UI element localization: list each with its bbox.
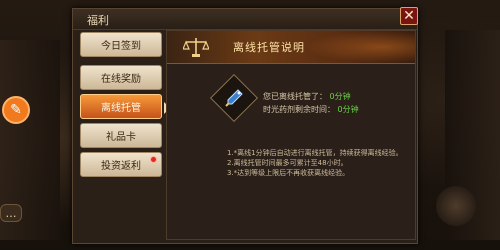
notification-dot: [150, 156, 157, 163]
tab-label: 今日签到: [101, 41, 141, 52]
tab-investment-rebate[interactable]: 投资返利: [80, 152, 162, 177]
tab-online-reward[interactable]: 在线奖励: [80, 65, 162, 90]
quest-icon[interactable]: ✎: [2, 96, 30, 124]
potion-time-label: 时光药剂剩余时间：: [263, 105, 335, 114]
rules-notes: 1.*离线1分钟后自动进行离线托管，持续获得离线经验。 2.离线托管时间最多可累…: [227, 148, 412, 178]
content-banner: 离线托管说明: [167, 31, 415, 64]
panel-title: 福利: [87, 14, 109, 27]
scale-icon: [181, 35, 211, 59]
potion-icon[interactable]: [222, 86, 246, 110]
note-line: 3.*达到等级上限后不再收获离线经验。: [227, 169, 350, 177]
offline-time-line: 您已离线托管了： 0分钟: [263, 91, 351, 102]
banner-title: 离线托管说明: [233, 41, 305, 54]
offline-time-value: 0分钟: [329, 92, 351, 101]
tab-gift-card[interactable]: 礼品卡: [80, 123, 162, 148]
tab-offline-hosting[interactable]: 离线托管: [80, 94, 170, 119]
content-panel: 离线托管说明 您已离线托管了： 0分钟 时光药剂剩余时间： 0分钟 1.*离线1…: [166, 30, 416, 240]
close-button[interactable]: ✕: [400, 7, 418, 25]
close-icon: ✕: [403, 8, 415, 24]
tab-daily-checkin[interactable]: 今日签到: [80, 32, 162, 57]
panel-header: 福利: [73, 9, 417, 30]
tab-label: 离线托管: [101, 103, 141, 114]
potion-time-value: 0分钟: [337, 105, 359, 114]
chat-icon[interactable]: …: [0, 204, 22, 222]
potion-time-line: 时光药剂剩余时间： 0分钟: [263, 104, 359, 115]
tab-label: 投资返利: [101, 161, 141, 172]
offline-time-label: 您已离线托管了：: [263, 92, 327, 101]
tab-label: 在线奖励: [101, 74, 141, 85]
tab-label: 礼品卡: [106, 132, 136, 143]
banner-glow: [305, 31, 415, 63]
skill-button[interactable]: [436, 186, 476, 226]
note-line: 2.离线托管时间最多可累计至48小时。: [227, 159, 348, 167]
note-line: 1.*离线1分钟后自动进行离线托管，持续获得离线经验。: [227, 149, 403, 157]
